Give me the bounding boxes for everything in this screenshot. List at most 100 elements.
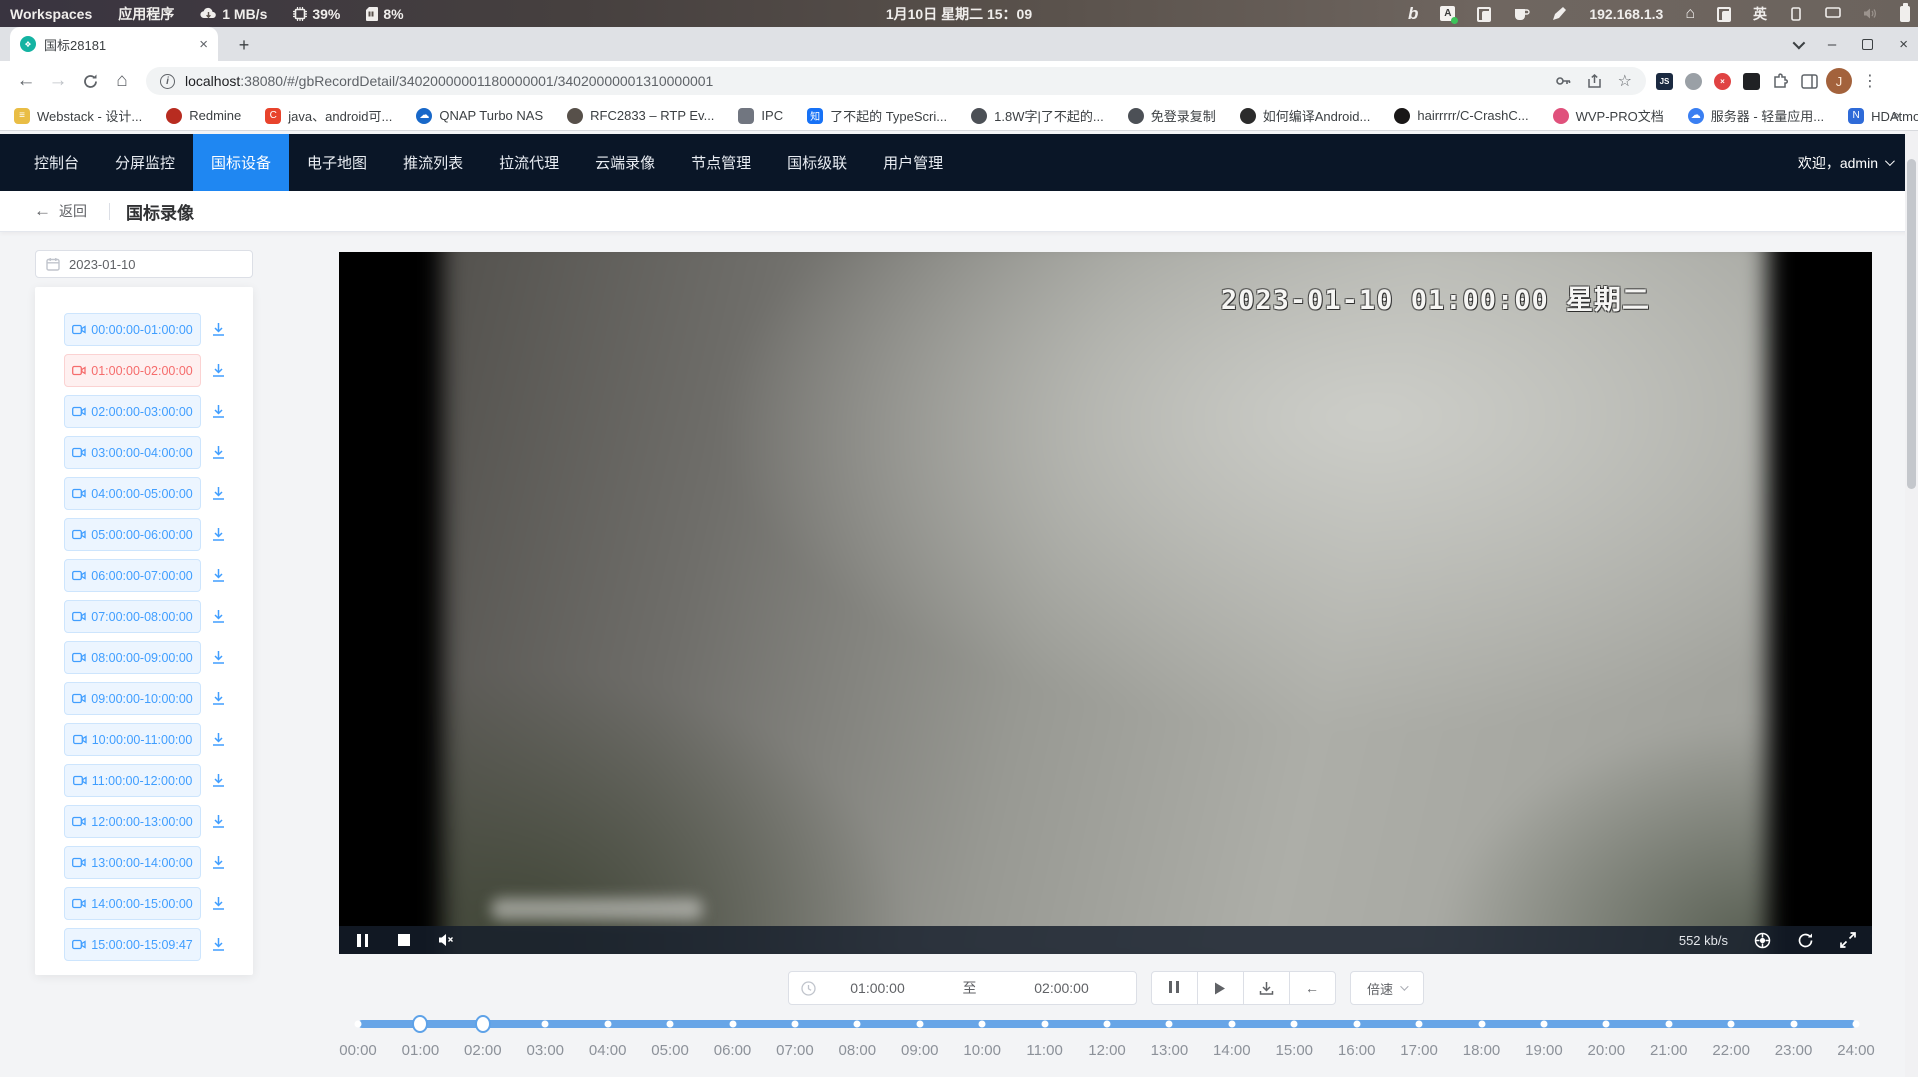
fullscreen-icon[interactable] [1840,932,1856,948]
coffee-tray-icon[interactable] [1513,7,1530,21]
bookmark-item[interactable]: IPC [738,108,783,124]
bookmark-item[interactable]: 知 了不起的 TypeScri... [807,106,947,125]
segment-download-button[interactable] [211,896,226,911]
forward-icon[interactable]: → [42,65,74,97]
browser-menu-icon[interactable]: ⋮ [1862,71,1878,91]
player-pause-icon[interactable] [355,934,370,947]
segment-download-button[interactable] [211,691,226,706]
new-tab-button[interactable]: + [232,33,256,57]
segment-download-button[interactable] [211,527,226,542]
segment-download-button[interactable] [211,404,226,419]
bookmark-item[interactable]: 如何编译Android... [1240,106,1371,125]
bookmark-item[interactable]: ☁ 服务器 - 轻量应用... [1688,106,1824,125]
nav-tab[interactable]: 分屏监控 [97,134,193,191]
translate-tray-icon[interactable]: A [1440,6,1455,21]
seek-back-button[interactable]: ← [1289,971,1336,1005]
segment-button[interactable]: 15:00:00-15:09:47 [64,928,201,961]
player-stop-icon[interactable] [398,934,410,946]
time-range-picker[interactable]: 01:00:00 至 02:00:00 [788,971,1137,1005]
play-button[interactable] [1197,971,1244,1005]
home-tray-icon[interactable]: ⌂ [1685,5,1695,23]
bookmark-item[interactable]: hairrrrr/C-CrashC... [1394,108,1528,124]
segment-download-button[interactable] [211,855,226,870]
display-tray-icon[interactable] [1825,7,1841,20]
bookmark-star-icon[interactable]: ☆ [1618,71,1632,91]
nav-tab[interactable]: 控制台 [16,134,97,191]
bookmarks-overflow-chevron[interactable]: » [1892,107,1900,124]
bookmark-item[interactable]: ☁ QNAP Turbo NAS [416,108,543,124]
share-icon[interactable] [1587,74,1602,89]
address-bar[interactable]: i localhost:38080/#/gbRecordDetail/34020… [146,67,1646,95]
segment-button[interactable]: 09:00:00-10:00:00 [64,682,201,715]
tab-close-icon[interactable]: × [199,37,208,52]
input-language-indicator[interactable]: 英 [1753,4,1767,24]
battery-icon[interactable] [1900,6,1910,22]
date-picker-input[interactable]: 2023-01-10 [35,250,253,278]
segment-button[interactable]: 02:00:00-03:00:00 [64,395,201,428]
segment-button[interactable]: 06:00:00-07:00:00 [64,559,201,592]
nav-tab[interactable]: 节点管理 [673,134,769,191]
bookmark-item[interactable]: C java、android可... [265,106,392,125]
extension-red-icon[interactable]: × [1714,73,1731,90]
bing-tray-icon[interactable]: b [1408,4,1418,24]
bookmark-item[interactable]: N HDAtmos :: 种子 *... [1848,106,1918,125]
screen-rotate-icon[interactable] [1789,7,1803,21]
segment-button[interactable]: 08:00:00-09:00:00 [64,641,201,674]
bookmark-item[interactable]: Redmine [166,108,241,124]
segment-download-button[interactable] [211,568,226,583]
extension-js-icon[interactable]: JS [1656,73,1673,90]
password-key-icon[interactable] [1555,73,1571,89]
tab-search-chevron-icon[interactable] [1792,36,1805,49]
site-info-icon[interactable]: i [160,74,175,89]
segment-download-button[interactable] [211,773,226,788]
segment-button[interactable]: 07:00:00-08:00:00 [64,600,201,633]
browser-tab[interactable]: ❖ 国标28181 × [10,27,218,61]
back-arrow-icon[interactable]: ← [34,201,51,221]
home-icon[interactable]: ⌂ [106,65,138,97]
segment-button[interactable]: 05:00:00-06:00:00 [64,518,201,551]
bookmark-item[interactable]: ≡ Webstack - 设计... [14,106,142,125]
snapshot-icon[interactable] [1754,932,1771,949]
bookmark-item[interactable]: 1.8W字|了不起的... [971,106,1104,125]
window-minimize-button[interactable]: – [1828,37,1836,52]
nav-tab[interactable]: 国标级联 [769,134,865,191]
back-icon[interactable]: ← [10,65,42,97]
segment-download-button[interactable] [211,937,226,952]
segment-download-button[interactable] [211,814,226,829]
nav-tab[interactable]: 电子地图 [289,134,385,191]
browser-profile-avatar[interactable]: J [1826,68,1852,94]
player-refresh-icon[interactable] [1797,932,1814,949]
nav-tab[interactable]: 云端录像 [577,134,673,191]
nav-tab[interactable]: 推流列表 [385,134,481,191]
clipboard-tray-icon[interactable] [1477,7,1491,21]
extension-gray-icon[interactable] [1685,73,1702,90]
start-time-value[interactable]: 01:00:00 [816,980,940,996]
download-button[interactable] [1243,971,1290,1005]
segment-download-button[interactable] [211,732,226,747]
segment-button[interactable]: 00:00:00-01:00:00 [64,313,201,346]
segment-button[interactable]: 13:00:00-14:00:00 [64,846,201,879]
player-mute-icon[interactable] [438,933,455,947]
extensions-puzzle-icon[interactable] [1772,73,1789,90]
end-time-value[interactable]: 02:00:00 [1000,980,1124,996]
segment-download-button[interactable] [211,609,226,624]
user-menu[interactable]: 欢迎，admin [1798,134,1892,191]
segment-download-button[interactable] [211,322,226,337]
speed-dropdown[interactable]: 倍速 [1350,971,1424,1005]
segment-button[interactable]: 14:00:00-15:00:00 [64,887,201,920]
nav-tab[interactable]: 用户管理 [865,134,961,191]
segment-button[interactable]: 12:00:00-13:00:00 [64,805,201,838]
segment-button[interactable]: 10:00:00-11:00:00 [64,723,201,756]
window-restore-button[interactable] [1862,39,1873,50]
segment-download-button[interactable] [211,445,226,460]
bookmark-item[interactable]: RFC2833 – RTP Ev... [567,108,714,124]
nav-tab[interactable]: 拉流代理 [481,134,577,191]
volume-tray-icon[interactable] [1863,7,1878,20]
page-scrollbar[interactable] [1905,131,1918,1077]
segment-button[interactable]: 03:00:00-04:00:00 [64,436,201,469]
back-button[interactable]: 返回 [59,201,87,221]
clock[interactable]: 1月10日 星期二 15：09 [886,4,1032,24]
segment-download-button[interactable] [211,486,226,501]
reload-icon[interactable] [74,65,106,97]
segment-download-button[interactable] [211,363,226,378]
